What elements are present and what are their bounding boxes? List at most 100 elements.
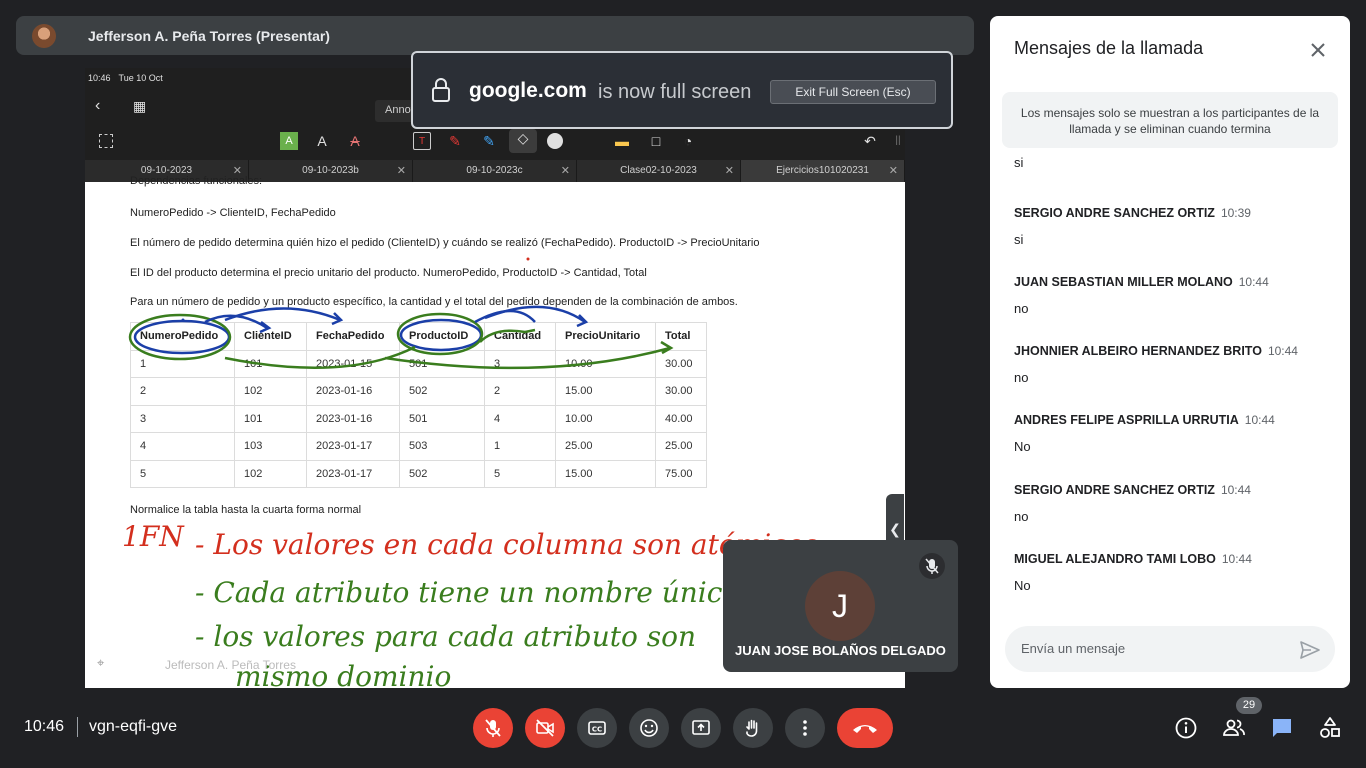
chat-info-banner: Los mensajes solo se muestran a los part… <box>1002 92 1338 148</box>
chat-message: SERGIO ANDRE SANCHEZ ORTIZ 10:44 no <box>1014 481 1251 524</box>
chat-message: ANDRES FELIPE ASPRILLA URRUTIA 10:44 No <box>1014 411 1275 454</box>
message-sender: SERGIO ANDRE SANCHEZ ORTIZ <box>1014 206 1215 220</box>
message-sender: JUAN SEBASTIAN MILLER MOLANO <box>1014 275 1233 289</box>
meeting-info-icon[interactable] <box>1174 716 1198 740</box>
text-color-icon[interactable]: A <box>313 132 331 150</box>
close-tab-icon[interactable]: ✕ <box>725 160 734 182</box>
close-tab-icon[interactable]: ✕ <box>397 160 406 182</box>
chat-panel: Mensajes de la llamada Los mensajes solo… <box>990 16 1350 688</box>
participant-tile[interactable]: J JUAN JOSE BOLAÑOS DELGADO <box>723 540 958 672</box>
shapes-icon[interactable]: □ <box>647 132 665 150</box>
message-text: si <box>1014 155 1024 170</box>
ink-arrow <box>474 309 536 324</box>
chat-icon[interactable] <box>1270 716 1294 740</box>
svg-text:CC: CC <box>592 726 602 734</box>
ink-arrow <box>660 340 674 355</box>
participant-avatar: J <box>805 571 875 641</box>
ink-circle <box>133 319 231 355</box>
mic-off-icon <box>485 719 501 737</box>
present-screen-button[interactable] <box>681 708 721 748</box>
ink-circle <box>399 318 483 352</box>
activities-icon[interactable] <box>1318 716 1342 740</box>
message-time: 10:44 <box>1220 483 1251 497</box>
message-text: no <box>1014 370 1029 385</box>
doc-tab-label: 09-10-2023b <box>302 165 359 176</box>
message-text: No <box>1014 439 1031 454</box>
color-swatch-icon[interactable] <box>547 133 563 149</box>
doc-tab[interactable]: Clase02-10-2023 ✕ <box>577 160 741 182</box>
ipad-time: 10:46 <box>88 73 111 83</box>
raise-hand-button[interactable] <box>733 708 773 748</box>
doc-tab-label: 09-10-2023c <box>466 165 523 176</box>
doc-tab-label: Clase02-10-2023 <box>620 165 697 176</box>
highlighter-icon[interactable]: ✎ <box>480 132 498 150</box>
doc-tab[interactable]: 09-10-2023c ✕ <box>413 160 577 182</box>
ink-line: - los valores para cada atributo son <box>195 620 696 653</box>
undo-icon[interactable]: ↶ <box>861 132 879 150</box>
captions-button[interactable]: CC <box>577 708 617 748</box>
message-text: No <box>1014 578 1031 593</box>
pen-icon[interactable]: ✎ <box>446 132 464 150</box>
camera-off-button[interactable] <box>525 708 565 748</box>
strikethrough-icon[interactable]: A <box>346 132 364 150</box>
ink-line: - Cada atributo tiene un nombre único <box>195 576 739 609</box>
participants-count-badge: 29 <box>1236 697 1262 714</box>
message-time: 10:39 <box>1220 206 1251 220</box>
grid-icon[interactable]: ▦ <box>133 98 146 114</box>
text-box-icon[interactable]: T <box>413 132 431 150</box>
message-text: no <box>1014 509 1029 524</box>
eraser-icon[interactable]: ◇ <box>509 129 537 153</box>
presenter-name: Jefferson A. Peña Torres (Presentar) <box>88 27 330 44</box>
timer-icon[interactable]: ◔ <box>679 132 697 150</box>
message-time: 10:44 <box>1267 344 1298 358</box>
reactions-button[interactable] <box>629 708 669 748</box>
message-time: 10:44 <box>1244 413 1275 427</box>
participant-name: JUAN JOSE BOLAÑOS DELGADO <box>735 643 946 658</box>
ink-dot <box>181 318 185 322</box>
chat-message: SERGIO ANDRE SANCHEZ ORTIZ 10:39 si <box>1014 204 1251 247</box>
back-chevron-icon[interactable]: ‹ <box>95 98 100 114</box>
ink-arrow <box>384 346 671 370</box>
message-sender: MIGUEL ALEJANDRO TAMI LOBO <box>1014 552 1216 566</box>
close-icon[interactable] <box>1308 40 1328 60</box>
doc-tab-label: Ejercicios101020231 <box>776 165 869 176</box>
comment-icon[interactable]: ▬ <box>613 132 631 150</box>
message-text: si <box>1014 232 1024 247</box>
emoji-icon <box>640 719 658 737</box>
people-icon[interactable] <box>1222 716 1246 740</box>
fullscreen-text: is now full screen <box>598 81 752 103</box>
hand-icon <box>746 719 758 737</box>
send-icon[interactable] <box>1299 639 1321 661</box>
lasso-select-icon[interactable] <box>99 134 113 148</box>
exit-fullscreen-button[interactable]: Exit Full Screen (Esc) <box>770 80 936 104</box>
highlight-text-icon[interactable]: A <box>280 132 298 150</box>
toolbar-handle-icon[interactable]: || <box>889 132 905 150</box>
pin-icon[interactable]: ⌖ <box>97 655 111 673</box>
message-sender: ANDRES FELIPE ASPRILLA URRUTIA <box>1014 413 1239 427</box>
ipad-status-bar: 10:46 Tue 10 Oct <box>88 73 171 83</box>
chat-message-list[interactable]: si SERGIO ANDRE SANCHEZ ORTIZ 10:39 si JU… <box>990 153 1350 613</box>
close-tab-icon[interactable]: ✕ <box>889 160 898 182</box>
doc-tab-active[interactable]: Ejercicios101020231 ✕ <box>741 160 905 182</box>
annotation-toolbar: A A A T ✎ ✎ ◇ ▬ □ ◔ ↶ || <box>85 126 905 156</box>
message-sender: SERGIO ANDRE SANCHEZ ORTIZ <box>1014 483 1215 497</box>
doc-tab[interactable]: 09-10-2023b ✕ <box>249 160 413 182</box>
end-call-button[interactable] <box>837 708 893 748</box>
message-sender: JHONNIER ALBEIRO HERNANDEZ BRITO <box>1014 344 1262 358</box>
ink-dot <box>526 257 530 261</box>
meeting-code: vgn-eqfi-gve <box>89 718 178 735</box>
fullscreen-domain: google.com <box>469 79 587 102</box>
more-vert-icon <box>803 720 807 736</box>
more-options-button[interactable] <box>785 708 825 748</box>
message-time: 10:44 <box>1221 552 1252 566</box>
hang-up-icon <box>853 725 877 733</box>
chat-message-input[interactable]: Envía un mensaje <box>1005 626 1335 672</box>
chat-message: MIGUEL ALEJANDRO TAMI LOBO 10:44 No <box>1014 550 1252 593</box>
message-time: 10:44 <box>1238 275 1269 289</box>
close-tab-icon[interactable]: ✕ <box>561 160 570 182</box>
ink-label-1fn: 1FN <box>122 520 185 553</box>
presenter-bar: Jefferson A. Peña Torres (Presentar) <box>16 16 974 55</box>
meeting-clock: 10:46 <box>24 718 65 735</box>
ipad-date: Tue 10 Oct <box>118 73 163 83</box>
mic-off-button[interactable] <box>473 708 513 748</box>
